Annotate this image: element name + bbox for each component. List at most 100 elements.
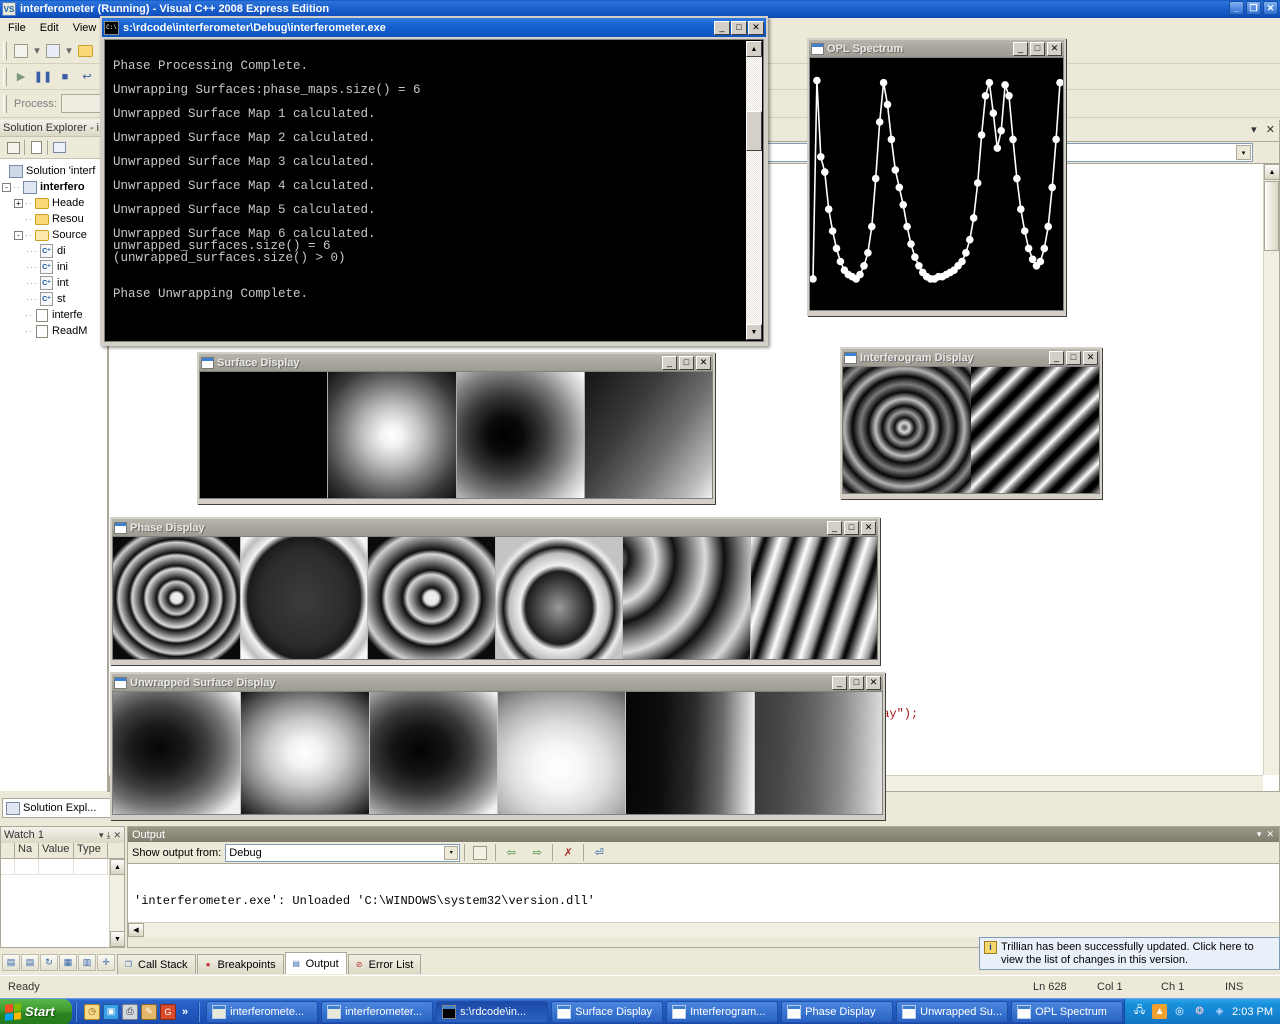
close-icon[interactable]: ✕: [113, 830, 121, 841]
watch-empty-row[interactable]: [1, 859, 124, 875]
view-code-icon[interactable]: [50, 139, 68, 156]
chevron-down-icon[interactable]: ▾: [1236, 145, 1251, 160]
watch-menu-icon[interactable]: ▾: [99, 830, 104, 841]
menu-file[interactable]: File: [8, 22, 26, 34]
locals-icon[interactable]: ▤: [21, 954, 39, 971]
tab-call-stack[interactable]: ❐ Call Stack: [117, 954, 196, 974]
scroll-down-icon[interactable]: ▼: [746, 324, 762, 340]
taskbar-item-opl-spectrum[interactable]: OPL Spectrum: [1011, 1001, 1123, 1023]
watch-vertical-scrollbar[interactable]: ▲ ▼: [109, 859, 124, 947]
restart-icon[interactable]: ↩: [76, 66, 98, 88]
tree-item-cpp-2[interactable]: ··· C⁺ ini: [2, 259, 107, 275]
taskbar-item-interferometer-2[interactable]: interferometer...: [321, 1001, 433, 1023]
minimize-button[interactable]: _: [1013, 42, 1028, 56]
maximize-button[interactable]: □: [679, 356, 694, 370]
editor-close-icon[interactable]: ✕: [1266, 124, 1275, 136]
tab-output[interactable]: ▤ Output: [285, 952, 347, 974]
scroll-up-icon[interactable]: ▲: [746, 41, 762, 57]
properties-icon[interactable]: [4, 139, 22, 156]
antivirus-icon[interactable]: ❂: [1192, 1004, 1207, 1019]
tab-error-list[interactable]: ⊘ Error List: [348, 954, 422, 974]
close-button[interactable]: ✕: [861, 521, 876, 535]
unwrapped-surface-titlebar[interactable]: Unwrapped Surface Display _ □ ✕: [112, 674, 883, 691]
opl-spectrum-titlebar[interactable]: OPL Spectrum _ □ ✕: [809, 40, 1064, 57]
console-vertical-scrollbar[interactable]: ▲ ▼: [746, 41, 762, 340]
debug-toolbar-grip[interactable]: [3, 68, 7, 86]
show-output-from-combo[interactable]: Debug ▾: [225, 844, 460, 862]
media-icon[interactable]: ▣: [103, 1004, 119, 1020]
trillian-icon[interactable]: ▲: [1152, 1004, 1167, 1019]
taskbar-item-unwrapped-surface[interactable]: Unwrapped Su...: [896, 1001, 1008, 1023]
scroll-left-icon[interactable]: ◀: [128, 923, 144, 937]
chevron-down-icon[interactable]: ▾: [32, 40, 42, 62]
solution-explorer-tab[interactable]: Solution Expl...: [2, 798, 114, 818]
close-button[interactable]: ✕: [748, 21, 764, 35]
output-menu-icon[interactable]: ▾: [1257, 829, 1262, 840]
tree-item-project[interactable]: - ·· interfero: [2, 179, 107, 195]
immediate-icon[interactable]: ↻: [40, 954, 58, 971]
minimize-button[interactable]: _: [1049, 351, 1064, 365]
tree-item-cpp-4[interactable]: ··· C⁺ st: [2, 291, 107, 307]
taskbar-item-phase-display[interactable]: Phase Display: [781, 1001, 893, 1023]
taskbar-item-console[interactable]: s:\rdcode\in...: [436, 1001, 548, 1023]
menu-view[interactable]: View: [73, 22, 97, 34]
volume-icon[interactable]: ◎: [1172, 1004, 1187, 1019]
editor-tab-list-icon[interactable]: ▾: [1251, 124, 1257, 136]
chevron-down-icon[interactable]: ▾: [444, 846, 458, 860]
tab-breakpoints[interactable]: ● Breakpoints: [197, 954, 284, 974]
pin-icon[interactable]: ⤓: [106, 830, 110, 841]
editor-vertical-scrollbar[interactable]: ▲: [1263, 164, 1279, 775]
minimize-button[interactable]: _: [827, 521, 842, 535]
process-toolbar-grip[interactable]: [3, 95, 7, 113]
scroll-track[interactable]: [746, 57, 762, 324]
taskbar-item-surface-display[interactable]: Surface Display: [551, 1001, 663, 1023]
stop-debugging-icon[interactable]: ■: [54, 66, 76, 88]
console-body[interactable]: Phase Processing Complete. Unwrapping Su…: [104, 39, 764, 342]
tree-item-source-files[interactable]: - ·· Source: [2, 227, 107, 243]
interferogram-display-window[interactable]: Interferogram Display _ □ ✕: [840, 347, 1102, 499]
opl-spectrum-window[interactable]: OPL Spectrum _ □ ✕: [807, 38, 1066, 316]
tree-item-readme[interactable]: ·· ReadM: [2, 323, 107, 339]
close-icon[interactable]: ✕: [1266, 829, 1274, 840]
network-icon[interactable]: 🖧: [1132, 1004, 1147, 1019]
maximize-button[interactable]: □: [1066, 351, 1081, 365]
scroll-thumb[interactable]: [746, 111, 762, 151]
console-titlebar[interactable]: C:\ s:\rdcode\interferometer\Debug\inter…: [102, 18, 766, 37]
start-button[interactable]: Start: [0, 999, 72, 1024]
toolbar-grip[interactable]: [3, 42, 7, 60]
minimize-button[interactable]: _: [714, 21, 730, 35]
tree-item-header-files[interactable]: + ·· Heade: [2, 195, 107, 211]
tree-item-resource[interactable]: ·· interfe: [2, 307, 107, 323]
expander-icon[interactable]: +: [14, 199, 23, 208]
toggle-word-wrap-icon[interactable]: ⏎: [588, 842, 610, 864]
trillian-icon[interactable]: G: [160, 1004, 176, 1020]
expander-icon[interactable]: -: [2, 183, 11, 192]
show-all-files-icon[interactable]: [27, 139, 45, 156]
maximize-button[interactable]: □: [849, 676, 864, 690]
paint-icon[interactable]: ✎: [141, 1004, 157, 1020]
close-button[interactable]: ✕: [696, 356, 711, 370]
threads-icon[interactable]: ✛: [97, 954, 115, 971]
expander-icon[interactable]: -: [14, 231, 23, 240]
taskbar-item-interferometer-1[interactable]: interferomete...: [206, 1001, 318, 1023]
interferogram-titlebar[interactable]: Interferogram Display _ □ ✕: [842, 349, 1100, 366]
unwrapped-surface-display-window[interactable]: Unwrapped Surface Display _ □ ✕: [110, 672, 885, 820]
maximize-button[interactable]: □: [731, 21, 747, 35]
menu-edit[interactable]: Edit: [40, 22, 59, 34]
close-button[interactable]: ✕: [866, 676, 881, 690]
sync-icon[interactable]: ◈: [1212, 1004, 1227, 1019]
watch-icon[interactable]: ▦: [59, 954, 77, 971]
console-window[interactable]: C:\ s:\rdcode\interferometer\Debug\inter…: [100, 16, 768, 346]
restore-button[interactable]: ❐: [1246, 1, 1261, 15]
clock-icon[interactable]: ◷: [84, 1004, 100, 1020]
maximize-button[interactable]: □: [1030, 42, 1045, 56]
processes-icon[interactable]: ▥: [78, 954, 96, 971]
continue-icon[interactable]: ▶: [10, 66, 32, 88]
minimize-button[interactable]: _: [1229, 1, 1244, 15]
close-button[interactable]: ✕: [1047, 42, 1062, 56]
chevron-down-icon-2[interactable]: ▾: [64, 40, 74, 62]
surface-display-titlebar[interactable]: Surface Display _ □ ✕: [199, 354, 713, 371]
phase-display-window[interactable]: Phase Display _ □ ✕: [110, 517, 880, 665]
printer-icon[interactable]: ⎙: [122, 1004, 138, 1020]
notification-balloon[interactable]: i Trillian has been successfully updated…: [979, 937, 1280, 970]
